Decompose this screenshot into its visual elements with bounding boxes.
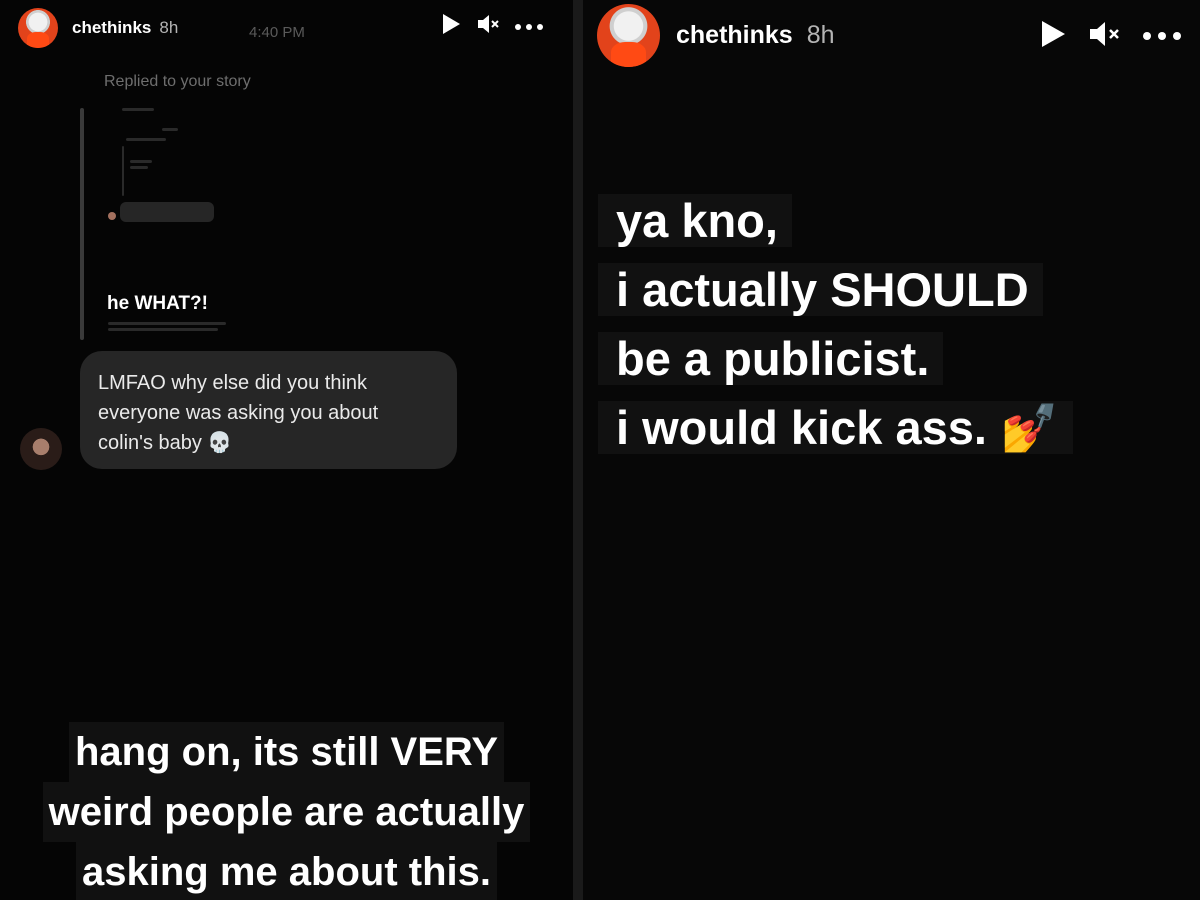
caption-line: hang on, its still VERY [68, 722, 504, 782]
story-header: chethinks 8h [18, 8, 178, 48]
avatar[interactable] [18, 8, 58, 48]
caption-line: asking me about this. [76, 842, 497, 900]
thumbnail-line [108, 328, 218, 331]
mute-icon[interactable] [476, 12, 500, 41]
thumbnail-line [108, 322, 226, 325]
thumbnail-line [130, 166, 148, 169]
caption-line: i actually SHOULD [598, 263, 1043, 316]
thumbnail-line [162, 128, 178, 131]
thumbnail-line [126, 138, 166, 141]
username[interactable]: chethinks [72, 18, 151, 38]
story-header: chethinks 8h [597, 4, 835, 67]
replied-label: Replied to your story [104, 73, 251, 90]
story-caption: ya kno, i actually SHOULD be a publicist… [598, 186, 1073, 462]
more-icon[interactable] [514, 18, 544, 36]
play-icon[interactable] [440, 12, 462, 41]
thumbnail-line [122, 146, 124, 196]
caption-line: be a publicist. [598, 332, 944, 385]
message-bubble[interactable]: LMFAO why else did you think everyone wa… [80, 351, 457, 469]
message-line: colin's baby 💀 [98, 432, 233, 454]
thumbnail-bubble [120, 202, 214, 222]
message-line: everyone was asking you about [98, 402, 379, 424]
sender-avatar[interactable] [20, 428, 62, 470]
thumbnail-avatar [108, 212, 116, 220]
message-line: LMFAO why else did you think [98, 372, 368, 394]
quoted-story-caption: he WHAT?! [107, 293, 208, 314]
mute-icon[interactable] [1088, 18, 1122, 55]
time-ago: 8h [806, 21, 835, 49]
story-controls [1038, 18, 1182, 55]
status-clock: 4:40 PM [249, 24, 305, 41]
caption-line: ya kno, [598, 194, 792, 247]
caption-line: weird people are actually [42, 782, 531, 842]
avatar[interactable] [597, 4, 660, 67]
story-divider [573, 0, 583, 900]
reply-quote-bar [80, 108, 84, 340]
story-left[interactable]: chethinks 8h 4:40 PM Replied to your sto… [0, 0, 573, 900]
thumbnail-line [130, 160, 152, 163]
play-icon[interactable] [1038, 18, 1068, 55]
thumbnail-line [122, 108, 154, 111]
username[interactable]: chethinks [676, 21, 793, 50]
time-ago: 8h [159, 18, 179, 37]
story-controls [440, 12, 544, 41]
caption-line: i would kick ass. 💅 [598, 401, 1073, 454]
story-caption: hang on, its still VERY weird people are… [0, 722, 573, 900]
more-icon[interactable] [1142, 28, 1182, 46]
